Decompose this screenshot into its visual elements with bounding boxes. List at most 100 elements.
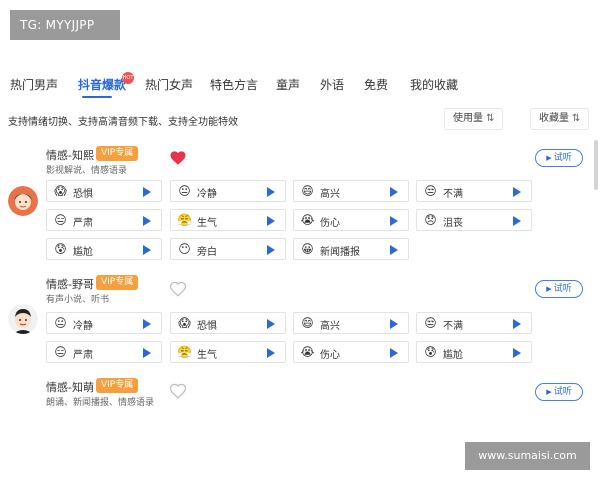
vip-badge: VIP专属 [96,275,139,290]
tab-hot-male[interactable]: 热门男声 [10,76,58,93]
sort-favorites-label: 收藏量 [539,113,569,124]
emotion-chip[interactable]: 😤 生气 [170,341,286,363]
play-icon: ▶ [546,154,552,162]
emoji-icon: 😒 [424,184,437,198]
favorite-heart-icon[interactable] [169,382,187,400]
sort-by-favorites-button[interactable]: 收藏量 ⇅ [530,108,590,130]
emotion-chip[interactable]: 😭 伤心 [293,341,409,363]
sort-by-usage-button[interactable]: 使用量 ⇅ [444,108,504,130]
emotion-chip[interactable]: 😞 沮丧 [416,209,532,231]
emotion-label: 高兴 [320,321,340,332]
tab-hot-female[interactable]: 热门女声 [145,76,193,93]
emoji-icon: 😰 [54,242,67,256]
tab-free[interactable]: 免费 [364,76,388,93]
emotion-label: 严肃 [73,218,93,229]
tab-douyin-hits[interactable]: 抖音爆款 [78,76,126,93]
emotion-chip[interactable]: 😄 高兴 [293,312,409,334]
emoji-icon: 😰 [424,345,437,359]
emotion-chip[interactable]: 😀 新闻播报 [293,238,409,260]
play-icon [143,216,151,226]
vip-badge: VIP专属 [96,146,139,161]
sort-usage-label: 使用量 [453,113,483,124]
play-icon [390,216,398,226]
emoji-icon: 😄 [301,316,314,330]
sort-arrows-icon: ⇅ [572,113,581,124]
emoji-icon: 😐 [178,184,191,198]
emotion-label: 尴尬 [443,350,463,361]
play-icon: ▶ [546,388,552,396]
play-icon [267,216,275,226]
tab-dialect[interactable]: 特色方言 [210,76,258,93]
avatar-male-icon [8,304,38,334]
emotion-label: 生气 [197,350,217,361]
play-icon [513,348,521,358]
voice-description: 朗诵、新闻播报、情感语录 [46,398,155,408]
play-icon [267,348,275,358]
active-tab-indicator [82,96,112,98]
emoji-icon: 😒 [424,316,437,330]
emotion-label: 严肃 [73,350,93,361]
emoji-icon: 😶 [178,242,191,256]
tab-child-voice[interactable]: 童声 [276,76,300,93]
emotion-label: 伤心 [320,350,340,361]
voice-description: 有声小说、听书 [46,295,110,305]
emotion-label: 生气 [197,218,217,229]
play-icon [143,187,151,197]
emotion-label: 沮丧 [443,218,463,229]
emoji-icon: 😑 [54,213,67,227]
emotion-chip[interactable]: 😑 严肃 [46,341,162,363]
emoji-icon: 😑 [54,345,67,359]
play-icon [390,348,398,358]
emotion-chip[interactable]: 😒 不满 [416,312,532,334]
feature-subtitle: 支持情绪切换、支持高清音频下载、支持全功能特效 [8,117,238,128]
emotion-chip[interactable]: 😄 高兴 [293,180,409,202]
play-icon [143,348,151,358]
emoji-icon: 😱 [178,316,191,330]
emotion-label: 不满 [443,321,463,332]
emoji-icon: 😐 [54,316,67,330]
emotion-label: 恐惧 [197,321,217,332]
emotion-chip[interactable]: 😐 冷静 [170,180,286,202]
play-icon [267,319,275,329]
sort-arrows-icon: ⇅ [486,113,495,124]
emotion-chip[interactable]: 😱 恐惧 [46,180,162,202]
listen-button[interactable]: ▶ 试听 [535,149,583,167]
emotion-label: 旁白 [197,247,217,258]
favorite-heart-icon[interactable] [169,149,187,167]
play-icon [513,187,521,197]
listen-button[interactable]: ▶ 试听 [535,280,583,298]
emotion-label: 新闻播报 [320,247,360,258]
avatar [8,304,38,334]
listen-button[interactable]: ▶ 试听 [535,383,583,401]
tab-my-favorites[interactable]: 我的收藏 [410,76,458,93]
favorite-heart-icon[interactable] [169,280,187,298]
emotion-chip[interactable]: 😒 不满 [416,180,532,202]
emotion-label: 尴尬 [73,247,93,258]
emotion-chip[interactable]: 😭 伤心 [293,209,409,231]
play-icon [513,319,521,329]
play-icon [143,319,151,329]
emotion-chip[interactable]: 😑 严肃 [46,209,162,231]
voice-name: 情感-知萌 [46,381,94,394]
play-icon [513,216,521,226]
scrollbar-thumb[interactable] [594,140,598,190]
play-icon [390,245,398,255]
emotion-chip[interactable]: 😶 旁白 [170,238,286,260]
listen-label: 试听 [553,153,572,163]
emotion-chip[interactable]: 😰 尴尬 [46,238,162,260]
emotion-chip[interactable]: 😰 尴尬 [416,341,532,363]
emotion-chip[interactable]: 😐 冷静 [46,312,162,334]
emoji-icon: 😤 [177,213,192,227]
emotion-label: 冷静 [73,321,93,332]
vip-badge: VIP专属 [96,378,139,393]
play-icon [143,245,151,255]
emoji-icon: 😀 [301,242,314,256]
emoji-icon: 😤 [177,345,192,359]
avatar-female-icon [8,186,38,216]
emotion-chip[interactable]: 😱 恐惧 [170,312,286,334]
emoji-icon: 😄 [301,184,314,198]
emotion-chip[interactable]: 😤 生气 [170,209,286,231]
tab-foreign[interactable]: 外语 [320,76,344,93]
emoji-icon: 😞 [424,213,437,227]
listen-label: 试听 [553,387,572,397]
